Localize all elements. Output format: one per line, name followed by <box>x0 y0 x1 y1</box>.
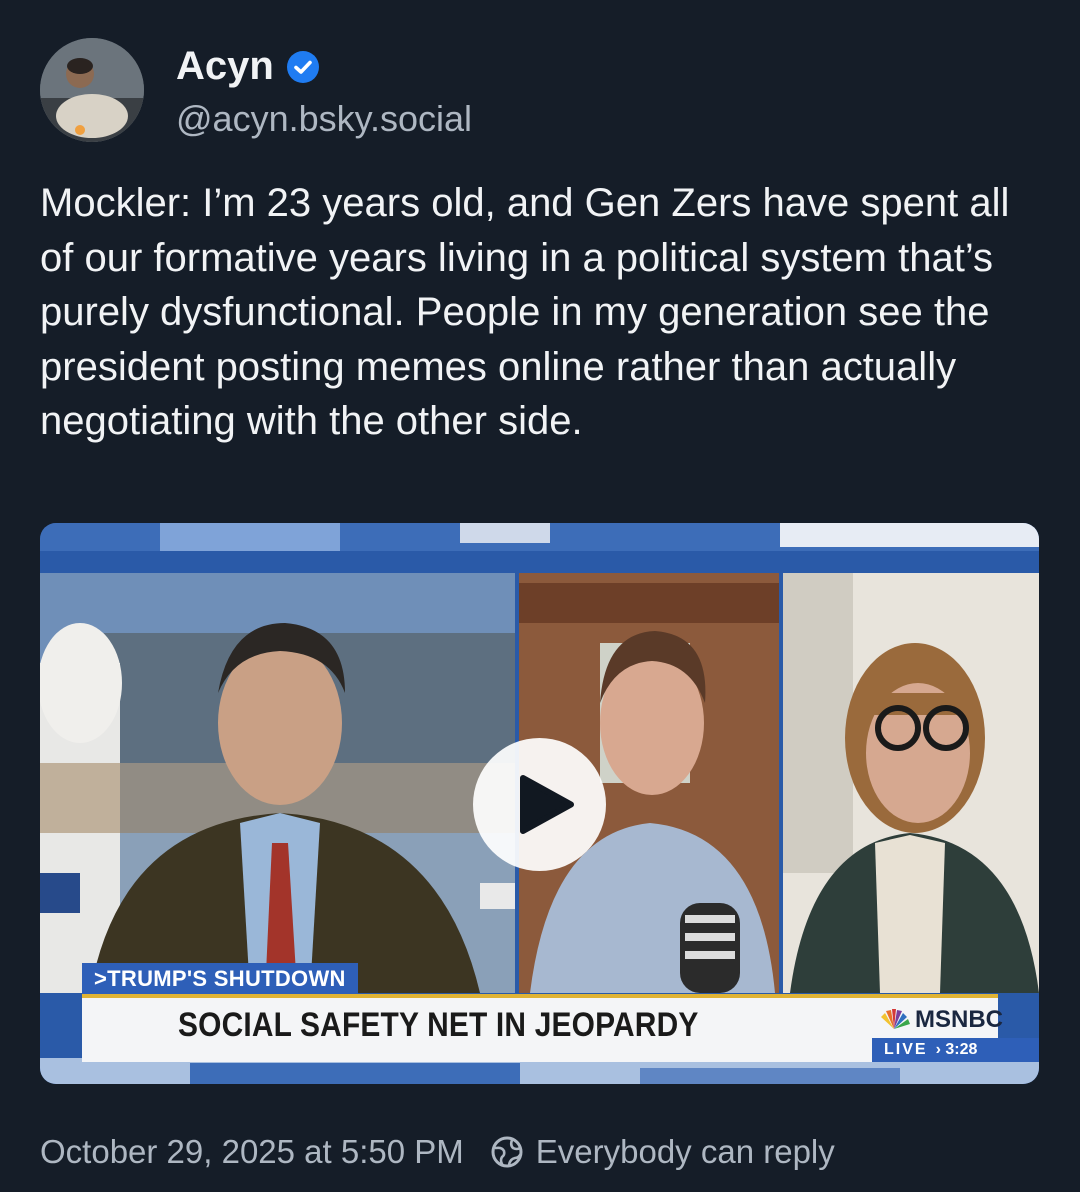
post-footer: October 29, 2025 at 5:50 PM Everybody ca… <box>40 1128 835 1176</box>
post-header: Acyn @acyn.bsky.social <box>40 38 1040 144</box>
verified-check-icon <box>286 50 319 83</box>
video-tag: >TRUMP'S SHUTDOWN <box>82 963 358 995</box>
network-name: MSNBC <box>915 1006 1003 1033</box>
play-icon <box>520 775 574 834</box>
live-time: › 3:28 <box>935 1041 978 1058</box>
live-indicator: LIVE › 3:28 <box>872 1038 1039 1062</box>
post-text: Mockler: I’m 23 years old, and Gen Zers … <box>40 181 1010 443</box>
live-label: LIVE <box>884 1041 928 1058</box>
video-headline-bar: SOCIAL SAFETY NET IN JEOPARDY MSNBC LIVE… <box>82 994 1039 1062</box>
video-headline: SOCIAL SAFETY NET IN JEOPARDY <box>178 1006 699 1044</box>
name-row: Acyn <box>176 44 320 89</box>
display-name[interactable]: Acyn <box>176 44 274 89</box>
peacock-icon <box>881 1009 910 1029</box>
play-button[interactable] <box>473 738 606 871</box>
avatar-image <box>40 38 144 142</box>
handle[interactable]: @acyn.bsky.social <box>176 98 472 140</box>
video-player[interactable]: >TRUMP'S SHUTDOWN SOCIAL SAFETY NET IN J… <box>40 523 1039 1084</box>
reply-setting: Everybody can reply <box>535 1133 835 1170</box>
post-timestamp[interactable]: October 29, 2025 at 5:50 PM <box>40 1133 464 1171</box>
avatar[interactable] <box>40 38 144 142</box>
globe-icon <box>491 1136 523 1168</box>
network-logo: MSNBC <box>877 1006 1003 1034</box>
